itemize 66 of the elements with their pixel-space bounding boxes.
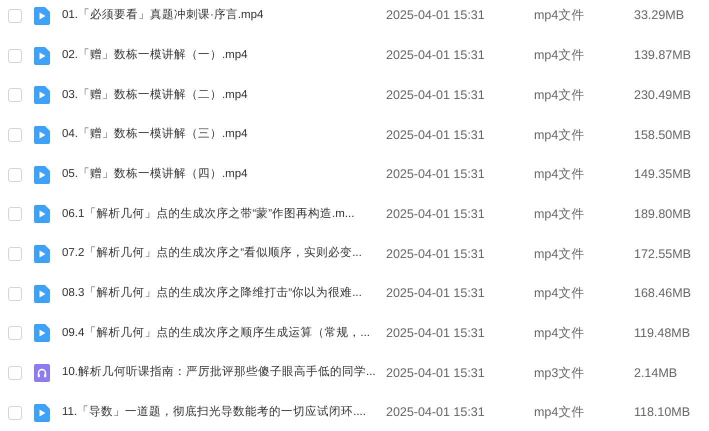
modified-date: 2025-04-01 15:31: [386, 285, 486, 302]
video-file-icon: [34, 244, 50, 263]
file-type: mp4文件: [534, 324, 586, 342]
file-name[interactable]: 07.2「解析几何」点的生成次序之“看似顺序，实则必变...: [62, 245, 386, 263]
checkbox[interactable]: [8, 168, 22, 182]
file-size: 119.48MB: [634, 324, 690, 342]
file-name[interactable]: 10.解析几何听课指南：严厉批评那些傻子眼高手低的同学...: [62, 364, 386, 382]
file-size: 2.14MB: [634, 364, 678, 382]
file-size: 230.49MB: [634, 86, 691, 104]
modified-date: 2025-04-01 15:31: [386, 206, 486, 223]
video-file-icon: [34, 284, 50, 303]
headphones-file-icon: [34, 364, 50, 382]
file-name[interactable]: 02.「赠」数栋一模讲解（一）.mp4: [62, 46, 386, 64]
file-type: mp4文件: [534, 47, 586, 64]
file-size: 139.87MB: [634, 47, 691, 64]
modified-date: 2025-04-01 15:31: [386, 324, 486, 342]
file-type: mp4文件: [534, 86, 586, 104]
modified-date: 2025-04-01 15:31: [386, 47, 486, 64]
file-name[interactable]: 03.「赠」数栋一模讲解（二）.mp4: [62, 86, 386, 104]
file-name[interactable]: 05.「赠」数栋一模讲解（四）.mp4: [62, 166, 386, 184]
file-name[interactable]: 06.1「解析几何」点的生成次序之带“蒙”作图再构造.m...: [62, 206, 386, 223]
file-name[interactable]: 09.4「解析几何」点的生成次序之顺序生成运算（常规，...: [62, 324, 386, 342]
modified-date: 2025-04-01 15:31: [386, 86, 486, 104]
file-size: 118.10MB: [634, 404, 690, 422]
checkbox[interactable]: [8, 366, 22, 380]
file-size: 149.35MB: [634, 166, 691, 184]
checkbox[interactable]: [8, 406, 22, 420]
file-name[interactable]: 01.「必须要看」真题冲刺课·序言.mp4: [62, 7, 386, 24]
video-file-icon: [34, 126, 50, 144]
video-file-icon: [34, 6, 50, 25]
checkbox[interactable]: [8, 326, 22, 340]
file-type: mp4文件: [534, 206, 586, 223]
file-type: mp4文件: [534, 404, 586, 422]
file-type: mp3文件: [534, 364, 586, 382]
file-type: mp4文件: [534, 126, 586, 144]
modified-date: 2025-04-01 15:31: [386, 404, 486, 422]
file-size: 33.29MB: [634, 7, 684, 24]
file-type: mp4文件: [534, 166, 586, 184]
checkbox[interactable]: [8, 8, 22, 23]
video-file-icon: [34, 46, 50, 65]
video-file-icon: [34, 324, 50, 342]
modified-date: 2025-04-01 15:31: [386, 7, 486, 24]
modified-date: 2025-04-01 15:31: [386, 246, 486, 263]
file-name[interactable]: 08.3「解析几何」点的生成次序之降维打击“你以为很难...: [62, 285, 386, 302]
file-name[interactable]: 04.「赠」数栋一模讲解（三）.mp4: [62, 126, 386, 144]
video-file-icon: [34, 86, 50, 104]
checkbox[interactable]: [8, 88, 22, 102]
checkbox[interactable]: [8, 246, 22, 261]
file-size: 189.80MB: [634, 206, 691, 223]
checkbox[interactable]: [8, 48, 22, 63]
file-size: 158.50MB: [634, 126, 691, 144]
file-size: 168.46MB: [634, 285, 691, 302]
video-file-icon: [34, 404, 50, 422]
checkbox[interactable]: [8, 207, 22, 222]
modified-date: 2025-04-01 15:31: [386, 126, 486, 144]
video-file-icon: [34, 166, 50, 184]
file-type: mp4文件: [534, 246, 586, 263]
video-file-icon: [34, 205, 50, 224]
modified-date: 2025-04-01 15:31: [386, 364, 486, 382]
file-size: 172.55MB: [634, 246, 691, 263]
file-type: mp4文件: [534, 7, 586, 24]
file-type: mp4文件: [534, 285, 586, 302]
checkbox[interactable]: [8, 128, 22, 142]
checkbox[interactable]: [8, 286, 22, 301]
file-name[interactable]: 11.「导数」一道题，彻底扫光导数能考的一切应试闭环....: [62, 404, 386, 422]
modified-date: 2025-04-01 15:31: [386, 166, 486, 184]
